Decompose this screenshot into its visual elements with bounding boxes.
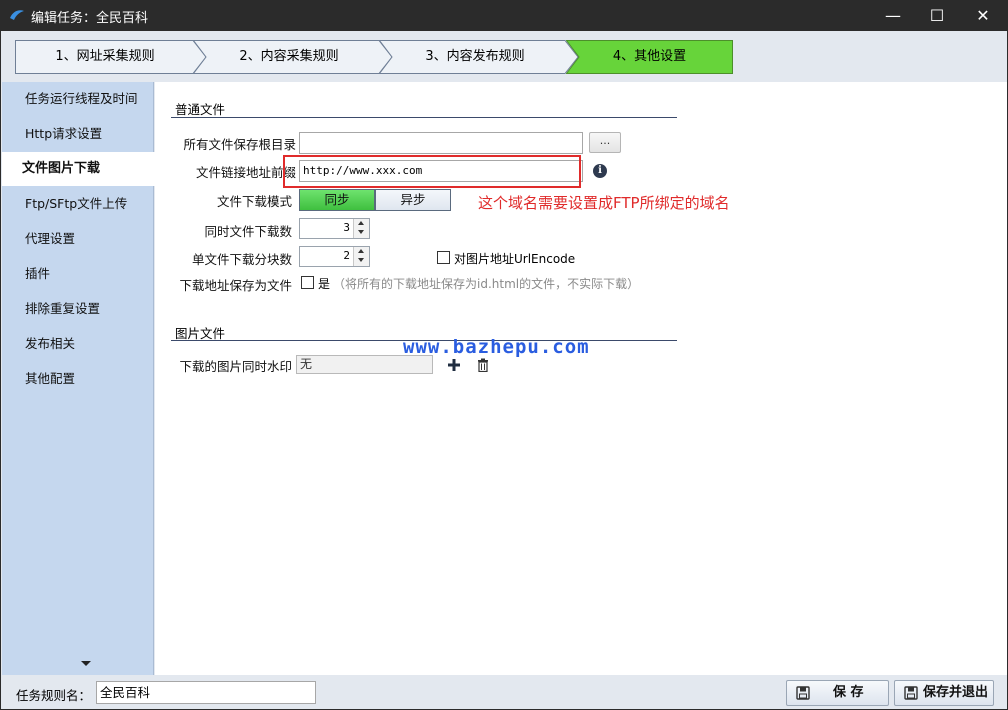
stepper-value: 3 — [343, 221, 350, 234]
rule-name-input[interactable]: 全民百科 — [96, 681, 316, 704]
settings-sidebar: 任务运行线程及时间 Http请求设置 文件图片下载 Ftp/SFtp文件上传 代… — [2, 82, 155, 675]
concurrent-downloads-label: 同时文件下载数 — [204, 224, 292, 239]
stepper-buttons[interactable] — [353, 247, 369, 266]
chevron-down-icon[interactable] — [358, 230, 364, 234]
rule-name-label: 任务规则名： — [16, 688, 92, 703]
save-button[interactable]: 保 存 — [786, 680, 889, 706]
image-watermark-select[interactable]: 无 — [296, 355, 433, 374]
image-watermark-label: 下载的图片同时水印 — [179, 359, 292, 374]
sidebar-item-thread-time[interactable]: 任务运行线程及时间 — [2, 82, 154, 116]
chunks-label: 单文件下载分块数 — [191, 252, 292, 267]
info-icon[interactable]: i — [593, 164, 607, 178]
save-as-file-label: 下载地址保存为文件 — [179, 278, 292, 293]
chevron-up-icon[interactable] — [358, 221, 364, 225]
maximize-button[interactable]: ☐ — [914, 0, 960, 31]
download-mode-label: 文件下载模式 — [216, 194, 292, 209]
sidebar-item-proxy[interactable]: 代理设置 — [2, 222, 154, 256]
save-icon — [796, 686, 810, 700]
settings-content: 普通文件 所有文件保存根目录 ... 文件链接地址前缀 http://www.x… — [155, 82, 1007, 675]
mode-async-button[interactable]: 异步 — [375, 189, 451, 211]
step-tab-4[interactable]: 4、其他设置 — [566, 40, 733, 74]
link-prefix-label: 文件链接地址前缀 — [195, 165, 296, 180]
sidebar-item-http[interactable]: Http请求设置 — [2, 117, 154, 151]
save-as-file-checkbox-label[interactable]: 是 — [318, 275, 330, 292]
app-logo-icon — [10, 10, 24, 20]
sidebar-item-plugins[interactable]: 插件 — [2, 257, 154, 291]
sidebar-item-file-download[interactable]: 文件图片下载 — [2, 152, 155, 186]
sidebar-item-other[interactable]: 其他配置 — [2, 362, 154, 396]
dialog-client-area: 1、网址采集规则 2、内容采集规则 3、内容发布规则 4、其他设置 任务运行线程… — [1, 31, 1007, 709]
save-icon — [904, 686, 918, 700]
save-as-file-checkbox[interactable] — [301, 276, 314, 289]
stepper-value: 2 — [343, 249, 350, 262]
minimize-button[interactable]: — — [870, 0, 916, 31]
step-label: 1、网址采集规则 — [55, 49, 155, 64]
step-label: 3、内容发布规则 — [425, 49, 525, 64]
sidebar-item-dedupe[interactable]: 排除重复设置 — [2, 292, 154, 326]
add-icon[interactable] — [447, 358, 461, 372]
step-tab-2[interactable]: 2、内容采集规则 — [193, 40, 393, 74]
chunks-stepper[interactable]: 2 — [299, 246, 370, 267]
save-and-exit-label: 保存并退出 — [923, 685, 989, 700]
chevron-up-icon[interactable] — [358, 249, 364, 253]
annotation-text: 这个域名需要设置成FTP所绑定的域名 — [478, 194, 730, 212]
close-icon: ✕ — [976, 6, 990, 25]
maximize-icon: ☐ — [929, 6, 945, 25]
footer-bar: 任务规则名： 全民百科 保 存 保存并退出 — [2, 677, 1007, 709]
browse-button[interactable]: ... — [589, 132, 621, 153]
step-tab-3[interactable]: 3、内容发布规则 — [379, 40, 579, 74]
wizard-steps: 1、网址采集规则 2、内容采集规则 3、内容发布规则 4、其他设置 — [15, 40, 733, 74]
section-divider — [171, 117, 677, 118]
concurrent-downloads-stepper[interactable]: 3 — [299, 218, 370, 239]
step-tab-1[interactable]: 1、网址采集规则 — [15, 40, 207, 74]
urlencode-checkbox[interactable] — [437, 251, 450, 264]
sidebar-item-ftp-upload[interactable]: Ftp/SFtp文件上传 — [2, 187, 154, 221]
step-label: 4、其他设置 — [612, 49, 687, 64]
step-label: 2、内容采集规则 — [239, 49, 339, 64]
urlencode-label[interactable]: 对图片地址UrlEncode — [454, 250, 575, 267]
save-and-exit-button[interactable]: 保存并退出 — [894, 680, 994, 706]
save-button-label: 保 存 — [833, 685, 864, 700]
window-title: 编辑任务：全民百科 — [31, 11, 149, 26]
title-bar: 编辑任务：全民百科 — ☐ ✕ — [0, 0, 1008, 31]
annotation-highlight-box — [283, 155, 581, 188]
minimize-icon: — — [885, 6, 901, 25]
save-root-label: 所有文件保存根目录 — [183, 137, 296, 152]
save-as-file-hint: （将所有的下载地址保存为id.html的文件，不实际下载） — [333, 277, 640, 291]
stepper-buttons[interactable] — [353, 219, 369, 238]
trash-icon[interactable] — [476, 358, 490, 372]
save-root-input[interactable] — [299, 132, 583, 154]
sidebar-item-publish[interactable]: 发布相关 — [2, 327, 154, 361]
close-button[interactable]: ✕ — [960, 0, 1006, 31]
section-title-general-files: 普通文件 — [175, 102, 226, 117]
mode-sync-button[interactable]: 同步 — [299, 189, 375, 211]
scroll-down-arrow-icon[interactable] — [81, 661, 91, 666]
chevron-down-icon[interactable] — [358, 258, 364, 262]
